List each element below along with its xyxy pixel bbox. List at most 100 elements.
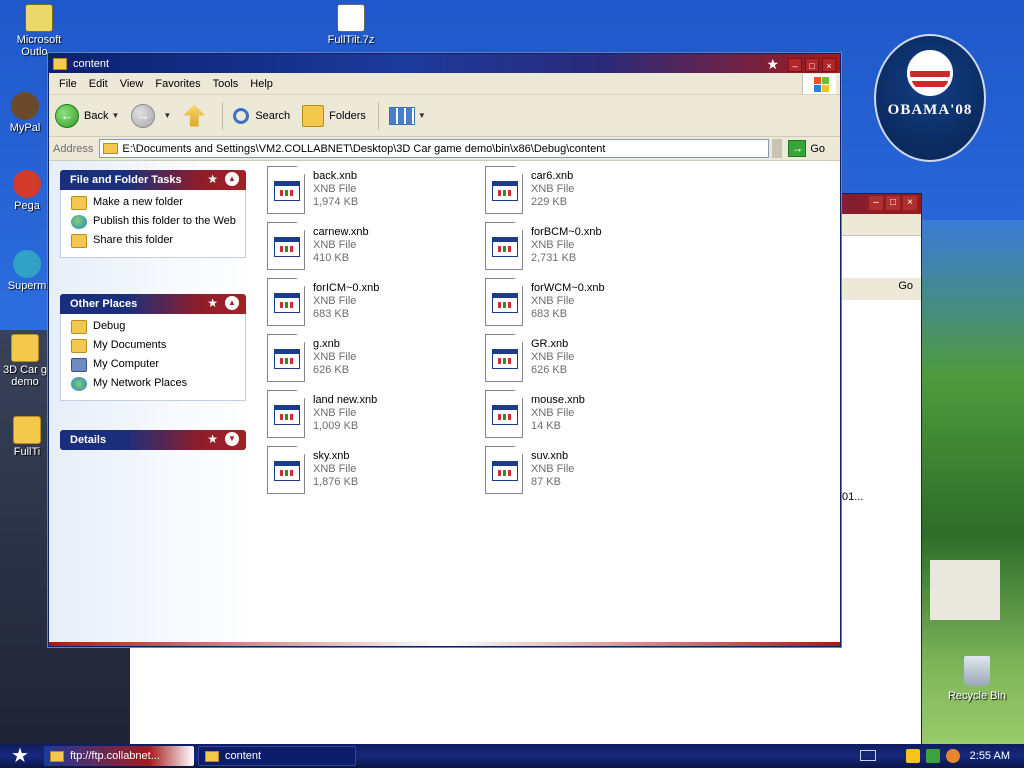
- xnb-file-icon: [267, 222, 305, 270]
- folder-icon: [71, 320, 87, 334]
- taskbar-button-ftp[interactable]: ftp://ftp.collabnet...: [44, 746, 194, 766]
- file-type: XNB File: [531, 239, 575, 251]
- go-button[interactable]: → Go: [788, 140, 825, 157]
- application-window-icon: [274, 181, 300, 201]
- file-size: 410 KB: [313, 252, 350, 264]
- desktop-icon-label: 3D Car g demo: [2, 364, 48, 388]
- file-size: 87 KB: [531, 476, 561, 488]
- task-share-folder[interactable]: Share this folder: [71, 234, 245, 248]
- forward-button[interactable]: → ▼: [131, 103, 171, 128]
- file-list: back.xnb XNB File 1,974 KB car6.xnb XNB File…: [267, 161, 840, 646]
- desktop-icon-fulltilt[interactable]: FullTi: [4, 416, 50, 458]
- file-item[interactable]: mouse.xnb XNB File 14 KB: [485, 390, 695, 442]
- file-item[interactable]: forICM~0.xnb XNB File 683 KB: [267, 278, 477, 330]
- menu-help[interactable]: Help: [244, 78, 279, 90]
- search-button[interactable]: Search: [233, 107, 290, 124]
- go-button[interactable]: Go: [898, 280, 913, 292]
- network-icon[interactable]: [925, 749, 940, 763]
- file-item[interactable]: carnew.xnb XNB File 410 KB: [267, 222, 477, 274]
- file-item[interactable]: forBCM~0.xnb XNB File 2,731 KB: [485, 222, 695, 274]
- file-item[interactable]: forWCM~0.xnb XNB File 683 KB: [485, 278, 695, 330]
- minimize-button[interactable]: –: [788, 57, 802, 72]
- window-title: content: [73, 57, 110, 70]
- other-places-header[interactable]: Other Places ★ ▲: [60, 294, 246, 314]
- file-folder-tasks-header[interactable]: File and Folder Tasks ★ ▲: [60, 170, 246, 190]
- star-icon: ★: [207, 296, 218, 310]
- search-icon[interactable]: [945, 749, 960, 763]
- place-debug[interactable]: Debug: [71, 320, 245, 334]
- application-window-icon: [274, 237, 300, 257]
- place-my-network-places[interactable]: My Network Places: [71, 377, 245, 391]
- desktop-icon-label: Superm: [7, 280, 47, 292]
- task-label: Publish this folder to the Web: [93, 215, 236, 227]
- application-window-icon: [274, 461, 300, 481]
- desktop-icon-outlook[interactable]: Microsoft Outlo...: [4, 4, 74, 58]
- desktop-icon-superm[interactable]: Superm: [4, 250, 50, 292]
- desktop-icon-fulltilt-7z[interactable]: FullTilt.7z: [316, 4, 386, 46]
- menu-file[interactable]: File: [53, 78, 83, 90]
- file-item[interactable]: GR.xnb XNB File 626 KB: [485, 334, 695, 386]
- details-header[interactable]: Details ★ ▼: [60, 430, 246, 450]
- taskbar-button-content[interactable]: content: [198, 746, 356, 766]
- file-meta: carnew.xnb XNB File 410 KB: [313, 222, 369, 274]
- file-item[interactable]: g.xnb XNB File 626 KB: [267, 334, 477, 386]
- file-item[interactable]: suv.xnb XNB File 87 KB: [485, 446, 695, 498]
- file-item[interactable]: back.xnb XNB File 1,974 KB: [267, 166, 477, 218]
- explorer-window[interactable]: content ★ – □ × File Edit View Favorites…: [48, 53, 841, 647]
- file-item[interactable]: car6.xnb XNB File 229 KB: [485, 166, 695, 218]
- chevron-up-icon[interactable]: ▲: [225, 172, 239, 186]
- chevron-down-icon[interactable]: ▼: [225, 432, 239, 446]
- xnb-file-icon: [485, 222, 523, 270]
- details-panel: Details ★ ▼: [60, 430, 246, 450]
- file-name: g.xnb: [313, 338, 340, 350]
- address-dropdown-button[interactable]: [772, 139, 783, 158]
- shield-icon[interactable]: [905, 749, 920, 763]
- xnb-file-icon: [485, 390, 523, 438]
- chevron-down-icon[interactable]: ▼: [111, 111, 119, 120]
- desktop-icon-mypal[interactable]: MyPal: [0, 92, 50, 134]
- file-type: XNB File: [531, 351, 575, 363]
- go-arrow-icon: →: [788, 140, 807, 157]
- file-name: mouse.xnb: [531, 394, 585, 406]
- place-my-documents[interactable]: My Documents: [71, 339, 245, 353]
- up-button[interactable]: [183, 104, 210, 127]
- chevron-up-icon[interactable]: ▲: [225, 296, 239, 310]
- desktop-icon-3d-car-demo[interactable]: 3D Car g demo: [2, 334, 48, 388]
- menu-favorites[interactable]: Favorites: [149, 78, 206, 90]
- folders-button[interactable]: Folders: [302, 104, 366, 127]
- task-publish-folder[interactable]: Publish this folder to the Web: [71, 215, 245, 229]
- place-my-computer[interactable]: My Computer: [71, 358, 245, 372]
- outlook-icon: [25, 4, 53, 32]
- close-icon[interactable]: ×: [903, 196, 917, 210]
- xnb-file-icon: [267, 166, 305, 214]
- views-button[interactable]: ▼: [388, 106, 426, 125]
- minimize-icon[interactable]: –: [869, 196, 883, 210]
- windows-logo-icon: [802, 74, 836, 94]
- file-item[interactable]: sky.xnb XNB File 1,876 KB: [267, 446, 477, 498]
- chevron-down-icon[interactable]: ▼: [418, 111, 426, 120]
- file-meta: forWCM~0.xnb XNB File 683 KB: [531, 278, 605, 330]
- menu-tools[interactable]: Tools: [207, 78, 245, 90]
- menu-view[interactable]: View: [114, 78, 150, 90]
- place-label: My Documents: [93, 339, 167, 351]
- white-house-image: [930, 560, 1000, 620]
- back-button[interactable]: ← Back ▼: [55, 103, 119, 128]
- chevron-down-icon[interactable]: ▼: [163, 111, 171, 120]
- file-type: XNB File: [313, 463, 357, 475]
- start-button[interactable]: ★: [0, 744, 40, 768]
- maximize-button[interactable]: □: [805, 57, 819, 72]
- address-input[interactable]: E:\Documents and Settings\VM2.COLLABNET\…: [99, 139, 770, 158]
- desktop-icon-label: Pega: [14, 200, 40, 212]
- clock[interactable]: 2:55 AM: [970, 750, 1010, 762]
- window-titlebar[interactable]: content: [49, 54, 840, 73]
- file-item[interactable]: land new.xnb XNB File 1,009 KB: [267, 390, 477, 442]
- maximize-icon[interactable]: □: [886, 196, 900, 210]
- menu-edit[interactable]: Edit: [83, 78, 114, 90]
- desktop-icon-recycle-bin[interactable]: Recycle Bin: [942, 656, 1012, 702]
- task-make-new-folder[interactable]: Make a new folder: [71, 196, 245, 210]
- recycle-bin-icon: [964, 656, 990, 686]
- folder-up-icon: [183, 104, 206, 127]
- close-button[interactable]: ×: [822, 57, 836, 72]
- desktop-icon-pega[interactable]: Pega: [4, 170, 50, 212]
- menu-bar: File Edit View Favorites Tools Help: [49, 73, 840, 95]
